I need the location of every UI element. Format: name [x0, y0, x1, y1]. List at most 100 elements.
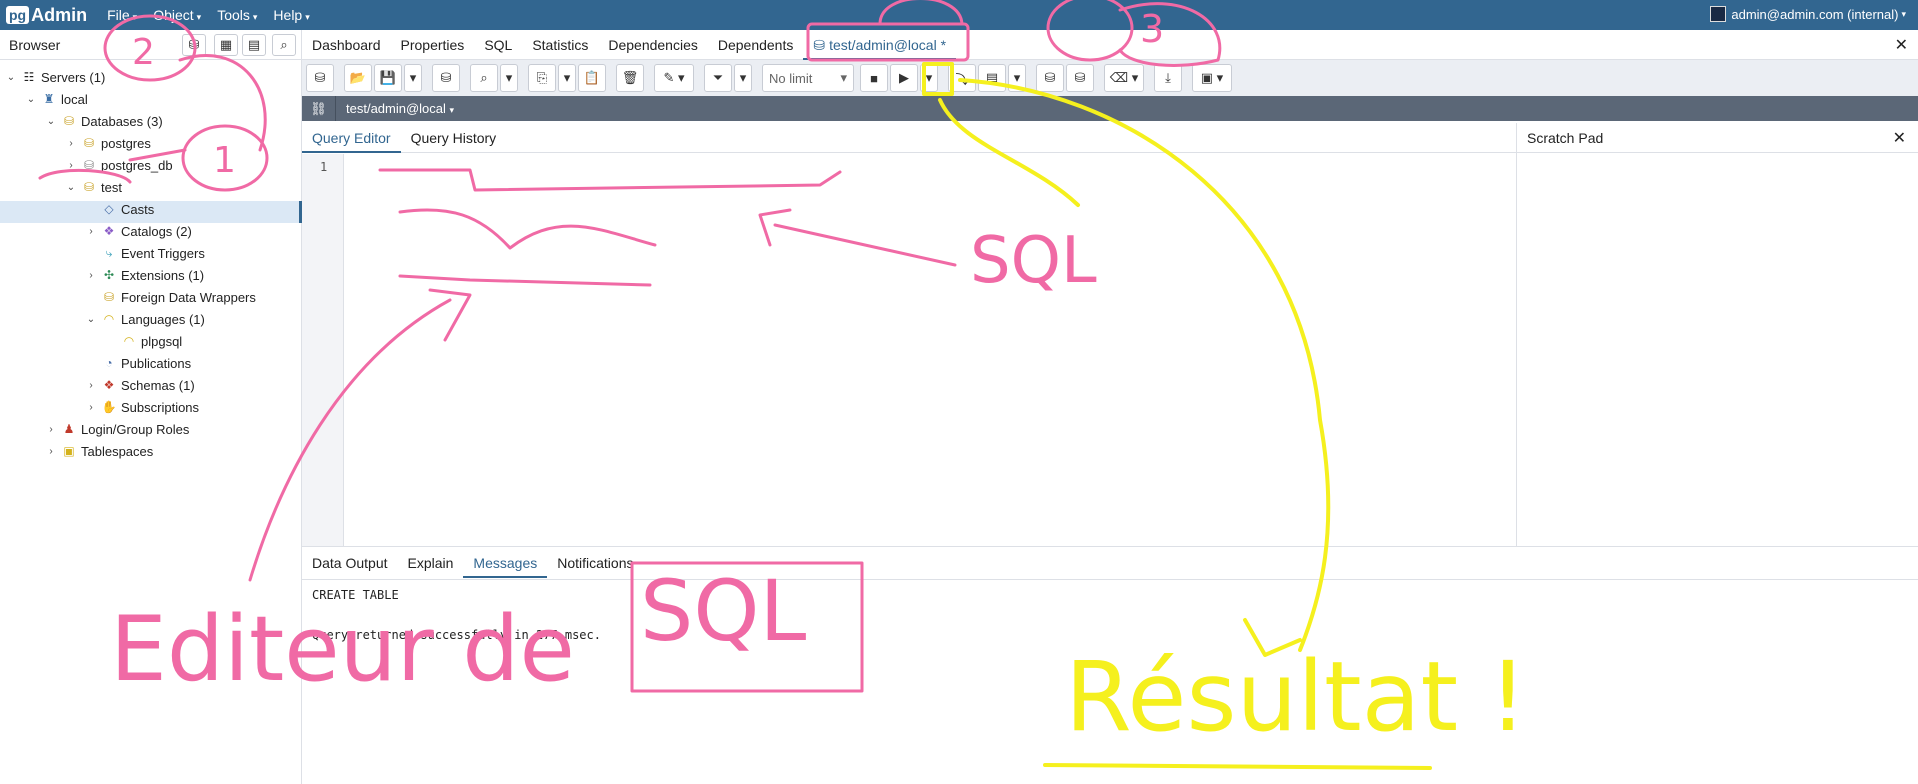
- chevron-right-icon[interactable]: ›: [85, 402, 97, 413]
- copy-dropdown-button[interactable]: ▾: [558, 64, 576, 92]
- explain-dropdown-button[interactable]: ▾: [1008, 64, 1026, 92]
- chevron-right-icon[interactable]: ›: [45, 446, 57, 457]
- query-tool-button[interactable]: ⛁: [182, 34, 206, 56]
- rollback-icon: ⛁: [1074, 70, 1086, 85]
- database-icon: ⛁: [314, 70, 326, 85]
- menu-tools[interactable]: Tools ▾: [217, 7, 257, 23]
- save-data-button[interactable]: ⛁: [432, 64, 460, 92]
- tab-notifications[interactable]: Notifications: [547, 548, 643, 578]
- execute-dropdown-button[interactable]: ▾: [920, 64, 938, 92]
- tree-node-postgres-db[interactable]: › ⛁ postgres_db: [65, 154, 172, 176]
- paste-icon: 📋: [583, 70, 601, 85]
- tab-explain[interactable]: Explain: [398, 548, 464, 578]
- explain-icon: ⤵: [955, 71, 969, 87]
- chevron-down-icon[interactable]: ⌄: [45, 116, 57, 127]
- save-button[interactable]: 💾: [374, 64, 402, 92]
- connection-select[interactable]: test/admin@local ▾: [346, 101, 454, 116]
- tree-node-languages[interactable]: ⌄ ◠ Languages (1): [85, 308, 205, 330]
- find-button[interactable]: ⌕: [470, 64, 498, 92]
- view-data-button[interactable]: ▦: [214, 34, 238, 56]
- schema-icon: ❖: [103, 378, 115, 392]
- publication-icon: ◔: [105, 356, 113, 370]
- tree-node-schemas[interactable]: › ❖ Schemas (1): [85, 374, 194, 396]
- tab-statistics[interactable]: Statistics: [522, 30, 598, 60]
- chevron-right-icon[interactable]: ›: [45, 424, 57, 435]
- delete-button[interactable]: 🗑: [616, 64, 644, 92]
- row-limit-select[interactable]: No limit ▾: [762, 64, 854, 92]
- tree-node-plpgsql[interactable]: ◠ plpgsql: [105, 330, 182, 352]
- user-menu[interactable]: admin@admin.com (internal) ▾: [1710, 6, 1906, 22]
- tree-node-tablespaces[interactable]: › ▣ Tablespaces: [45, 440, 153, 462]
- commit-button[interactable]: ⛁: [1036, 64, 1064, 92]
- connection-bar: ⛓ test/admin@local ▾: [302, 96, 1918, 121]
- query-tool-db-button[interactable]: ⛁: [306, 64, 334, 92]
- find-dropdown-button[interactable]: ▾: [500, 64, 518, 92]
- copy-button[interactable]: ⎘: [528, 64, 556, 92]
- macros-button[interactable]: ▣ ▾: [1192, 64, 1232, 92]
- menu-help-label: Help: [273, 7, 303, 23]
- execute-button[interactable]: ▶: [890, 64, 918, 92]
- search-objects-button[interactable]: ⌕: [272, 34, 296, 56]
- open-file-button[interactable]: 📂: [344, 64, 372, 92]
- tree-node-local[interactable]: ⌄ ♜ local: [25, 88, 88, 110]
- stop-button[interactable]: ■: [860, 64, 888, 92]
- explain-analyze-button[interactable]: ▤: [978, 64, 1006, 92]
- close-icon[interactable]: ✕: [1893, 128, 1906, 148]
- tree-node-subscriptions[interactable]: › ✋ Subscriptions: [85, 396, 199, 418]
- download-button[interactable]: ⤓: [1154, 64, 1182, 92]
- database-icon: ⛁: [83, 180, 95, 194]
- tab-properties[interactable]: Properties: [391, 30, 475, 60]
- connection-status-icon[interactable]: ⛓: [302, 96, 336, 121]
- tab-query-tool[interactable]: ⛁ test/admin@local *: [803, 30, 957, 60]
- menu-object[interactable]: Object ▾: [153, 7, 201, 23]
- chevron-down-icon[interactable]: ⌄: [85, 314, 97, 325]
- menu-object-label: Object: [153, 7, 194, 23]
- tree-node-extensions[interactable]: › ✣ Extensions (1): [85, 264, 204, 286]
- menu-file[interactable]: File ▾: [107, 7, 137, 23]
- close-icon[interactable]: ✕: [1895, 35, 1908, 55]
- tree-node-databases[interactable]: ⌄ ⛁ Databases (3): [45, 110, 163, 132]
- tab-messages[interactable]: Messages: [463, 548, 548, 578]
- pgadmin-logo[interactable]: pg Admin: [6, 5, 87, 26]
- tab-dependents[interactable]: Dependents: [708, 30, 804, 60]
- rollback-button[interactable]: ⛁: [1066, 64, 1094, 92]
- chevron-right-icon[interactable]: ›: [85, 380, 97, 391]
- chevron-down-icon[interactable]: ⌄: [65, 182, 77, 193]
- tab-sql[interactable]: SQL: [474, 30, 522, 60]
- filter-dropdown-button[interactable]: ▾: [734, 64, 752, 92]
- chevron-down-icon[interactable]: ⌄: [5, 72, 17, 83]
- chevron-right-icon[interactable]: ›: [85, 270, 97, 281]
- clear-button[interactable]: ⌫ ▾: [1104, 64, 1144, 92]
- tab-query-history[interactable]: Query History: [401, 123, 507, 153]
- filter-button[interactable]: ⏷: [704, 64, 732, 92]
- tree-node-publications[interactable]: ◔ Publications: [85, 352, 191, 374]
- tree-node-postgres[interactable]: › ⛁ postgres: [65, 132, 151, 154]
- tree-node-label: Login/Group Roles: [81, 421, 190, 437]
- explain-button[interactable]: ⤵: [948, 64, 976, 92]
- edit-button[interactable]: ✎ ▾: [654, 64, 694, 92]
- tree-node-catalogs[interactable]: › ❖ Catalogs (2): [85, 220, 191, 242]
- chevron-right-icon[interactable]: ›: [65, 160, 77, 171]
- tree-node-login-roles[interactable]: › ♟ Login/Group Roles: [45, 418, 189, 440]
- tree-node-event-triggers[interactable]: ⤷ Event Triggers: [85, 242, 205, 264]
- tree-node-test[interactable]: ⌄ ⛁ test: [65, 176, 122, 198]
- tree-node-label: Subscriptions: [121, 399, 200, 415]
- tab-query-editor[interactable]: Query Editor: [302, 123, 401, 153]
- paste-button[interactable]: 📋: [578, 64, 606, 92]
- tab-data-output[interactable]: Data Output: [302, 548, 398, 578]
- tree-node-fdw[interactable]: ⛁ Foreign Data Wrappers: [85, 286, 256, 308]
- tree-node-casts[interactable]: ◇ Casts: [85, 198, 154, 220]
- chevron-right-icon[interactable]: ›: [85, 226, 97, 237]
- filtered-rows-button[interactable]: ▤: [242, 34, 266, 56]
- browser-title: Browser: [9, 36, 61, 53]
- tab-dashboard[interactable]: Dashboard: [302, 30, 391, 60]
- tree-node-servers[interactable]: ⌄ ☷ Servers (1): [5, 66, 106, 88]
- menu-help[interactable]: Help ▾: [273, 7, 309, 23]
- sql-editor[interactable]: 1: [302, 154, 1516, 546]
- trash-icon: 🗑: [621, 70, 639, 85]
- tab-dependencies[interactable]: Dependencies: [598, 30, 708, 60]
- chevron-down-icon[interactable]: ⌄: [25, 94, 37, 105]
- chevron-right-icon[interactable]: ›: [65, 138, 77, 149]
- save-dropdown-button[interactable]: ▾: [404, 64, 422, 92]
- top-navbar: pg Admin File ▾ Object ▾ Tools ▾ Help ▾ admi…: [0, 0, 1918, 30]
